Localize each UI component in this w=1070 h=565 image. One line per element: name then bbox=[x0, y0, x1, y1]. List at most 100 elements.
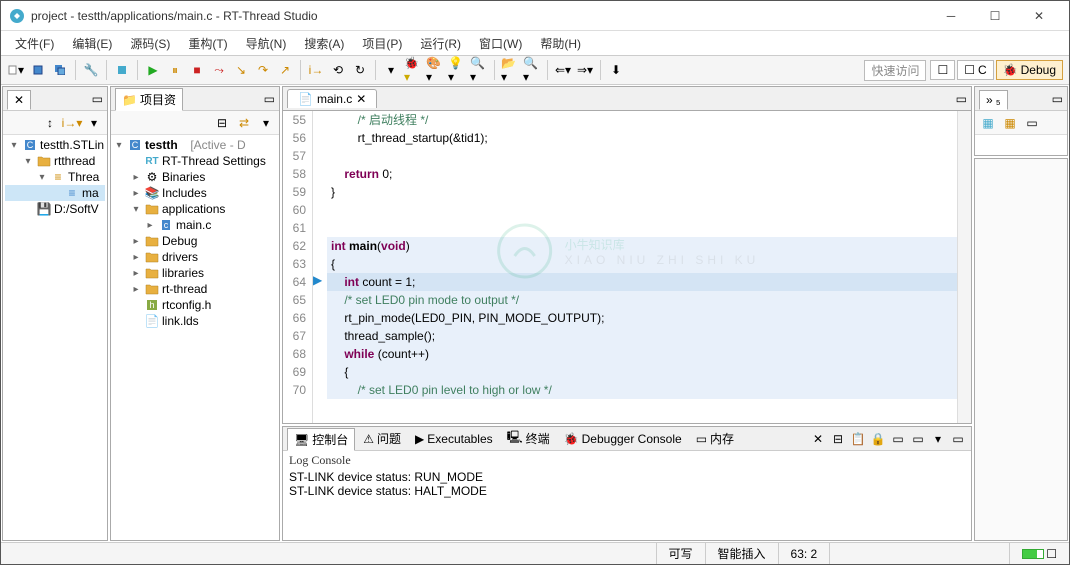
quick-access-input[interactable]: 快速访问 bbox=[864, 60, 926, 81]
console-toolbar-icon[interactable]: ▾ bbox=[929, 430, 947, 448]
menu-item[interactable]: 导航(N) bbox=[238, 33, 295, 54]
console-toolbar-icon[interactable]: ⊟ bbox=[829, 430, 847, 448]
min2-icon[interactable]: ▭ bbox=[264, 92, 275, 106]
menu-item[interactable]: 搜索(A) bbox=[296, 33, 352, 54]
search2-icon[interactable]: 🔍▾ bbox=[470, 61, 488, 79]
outline-tab[interactable]: »₅ bbox=[979, 90, 1008, 110]
close-tab-icon[interactable]: ✕ bbox=[356, 92, 366, 106]
project-tree[interactable]: ▾Ctestth [Active - DRTRT-Thread Settings… bbox=[111, 135, 279, 540]
search3-icon[interactable]: 🔍▾ bbox=[523, 61, 541, 79]
tree-item[interactable]: ▸drivers bbox=[113, 249, 277, 265]
project-explorer-tab[interactable]: 📁 项目资 bbox=[115, 88, 183, 111]
debug-view-tab[interactable]: ✕ bbox=[7, 90, 31, 110]
console-toolbar-icon[interactable]: ▭ bbox=[889, 430, 907, 448]
tree-item[interactable]: hrtconfig.h bbox=[113, 297, 277, 313]
bottom-tab[interactable]: 🐞 Debugger Console bbox=[558, 430, 688, 448]
menu-item[interactable]: 帮助(H) bbox=[532, 33, 589, 54]
editor-tab-main-c[interactable]: 📄 main.c ✕ bbox=[287, 89, 377, 108]
open-perspective-button[interactable]: ☐ bbox=[930, 60, 955, 80]
bottom-tab[interactable]: ▭ 内存 bbox=[690, 428, 740, 449]
bottom-tab[interactable]: 🖥 控制台 bbox=[287, 428, 355, 451]
tree-item[interactable]: 📄link.lds bbox=[113, 313, 277, 329]
toggle-icon[interactable] bbox=[113, 61, 131, 79]
stop-icon[interactable]: ■ bbox=[188, 61, 206, 79]
tree-item[interactable]: ▸libraries bbox=[113, 265, 277, 281]
menu-item[interactable]: 项目(P) bbox=[354, 33, 410, 54]
close-button[interactable]: ✕ bbox=[1017, 2, 1061, 30]
step-into-icon[interactable]: ↘ bbox=[232, 61, 250, 79]
step-icon[interactable]: i→▾ bbox=[63, 114, 81, 132]
bulb-icon[interactable]: 💡▾ bbox=[448, 61, 466, 79]
instr-step-icon[interactable]: i→ bbox=[307, 61, 325, 79]
collapse-icon[interactable]: ⊟ bbox=[213, 114, 231, 132]
max-icon[interactable]: ▭ bbox=[956, 92, 967, 106]
menu-item[interactable]: 运行(R) bbox=[412, 33, 469, 54]
bottom-tab[interactable]: ⚠ 问题 bbox=[357, 428, 407, 449]
link-icon[interactable]: ⇄ bbox=[235, 114, 253, 132]
tree-item[interactable]: ▸rt-thread bbox=[113, 281, 277, 297]
tree-item[interactable]: ▸📚Includes bbox=[113, 185, 277, 201]
console-toolbar-icon[interactable]: 🔒 bbox=[869, 430, 887, 448]
menubar: 文件(F)编辑(E)源码(S)重构(T)导航(N)搜索(A)项目(P)运行(R)… bbox=[1, 31, 1069, 55]
filter-icon[interactable]: ↕ bbox=[41, 114, 59, 132]
palette-icon[interactable]: 🎨▾ bbox=[426, 61, 444, 79]
menu-item[interactable]: 重构(T) bbox=[180, 33, 235, 54]
tree-item[interactable]: ≡ma bbox=[5, 185, 105, 201]
save-icon[interactable] bbox=[29, 61, 47, 79]
debug-tree[interactable]: ▾Ctestth.STLin▾rtthread▾≡Threa≡ma💾D:/Sof… bbox=[3, 135, 107, 540]
minimize-button[interactable]: ─ bbox=[929, 2, 973, 30]
nav2-icon[interactable]: ⇒▾ bbox=[576, 61, 594, 79]
step-over-icon[interactable]: ↷ bbox=[254, 61, 272, 79]
maximize-button[interactable]: ☐ bbox=[973, 2, 1017, 30]
tree-item[interactable]: ▾rtthread bbox=[5, 153, 105, 169]
tree-item[interactable]: 💾D:/SoftV bbox=[5, 201, 105, 217]
folder-icon[interactable]: 📂▾ bbox=[501, 61, 519, 79]
min3-icon[interactable]: ▭ bbox=[1052, 92, 1063, 106]
tree-root[interactable]: ▾Ctestth [Active - D bbox=[113, 137, 277, 153]
run-icon[interactable]: ▶ bbox=[144, 61, 162, 79]
menu-icon[interactable]: ▾ bbox=[85, 114, 103, 132]
v2-icon[interactable]: ▦ bbox=[1001, 114, 1019, 132]
c-file-icon: 📄 bbox=[298, 92, 313, 106]
menu-item[interactable]: 编辑(E) bbox=[64, 33, 120, 54]
console-toolbar-icon[interactable]: ▭ bbox=[909, 430, 927, 448]
tree-item[interactable]: ▸cmain.c bbox=[113, 217, 277, 233]
drop-frame-icon[interactable]: ⟲ bbox=[329, 61, 347, 79]
c-perspective-button[interactable]: ☐ C bbox=[957, 60, 993, 80]
bottom-tab[interactable]: 🖳 终端 bbox=[501, 426, 556, 451]
console-body[interactable]: Log Console ST-LINK device status: RUN_M… bbox=[283, 451, 971, 540]
console-toolbar-icon[interactable]: ▭ bbox=[949, 430, 967, 448]
restart-icon[interactable]: ↻ bbox=[351, 61, 369, 79]
v3-icon[interactable]: ▭ bbox=[1023, 114, 1041, 132]
new-icon[interactable]: ▾ bbox=[7, 61, 25, 79]
console-toolbar-icon[interactable]: ✕ bbox=[809, 430, 827, 448]
console-line: ST-LINK device status: HALT_MODE bbox=[289, 484, 965, 498]
tree-item[interactable]: RTRT-Thread Settings bbox=[113, 153, 277, 169]
tree-item[interactable]: ▾applications bbox=[113, 201, 277, 217]
console-toolbar-icon[interactable]: 📋 bbox=[849, 430, 867, 448]
code-editor[interactable]: 55565758596061626364656667686970 ▶ /* 启动… bbox=[283, 111, 971, 423]
tree-item[interactable]: ▸⚙Binaries bbox=[113, 169, 277, 185]
bottom-tab[interactable]: ▶ Executables bbox=[409, 430, 499, 448]
v1-icon[interactable]: ▦ bbox=[979, 114, 997, 132]
menu2-icon[interactable]: ▾ bbox=[257, 114, 275, 132]
menu-item[interactable]: 源码(S) bbox=[122, 33, 178, 54]
menu-item[interactable]: 文件(F) bbox=[7, 33, 62, 54]
tree-item[interactable]: ▾Ctestth.STLin bbox=[5, 137, 105, 153]
launch-icon[interactable]: ▾ bbox=[382, 61, 400, 79]
save-all-icon[interactable] bbox=[51, 61, 69, 79]
wrench-icon[interactable]: 🔧 bbox=[82, 61, 100, 79]
tree-item[interactable]: ▸Debug bbox=[113, 233, 277, 249]
debug-perspective-button[interactable]: 🐞 Debug bbox=[996, 60, 1063, 80]
disconnect-icon[interactable]: ⤳ bbox=[210, 61, 228, 79]
tree-item[interactable]: ▾≡Threa bbox=[5, 169, 105, 185]
bug-icon[interactable]: 🐞▾ bbox=[404, 61, 422, 79]
min-icon[interactable]: ▭ bbox=[92, 92, 103, 106]
overview-ruler[interactable] bbox=[957, 111, 971, 423]
menu-item[interactable]: 窗口(W) bbox=[471, 33, 530, 54]
misc-icon[interactable]: ⬇ bbox=[607, 61, 625, 79]
nav1-icon[interactable]: ⇐▾ bbox=[554, 61, 572, 79]
pause-icon[interactable]: ⏸ bbox=[166, 61, 184, 79]
main-area: ✕ ▭ ↕ i→▾ ▾ ▾Ctestth.STLin▾rtthread▾≡Thr… bbox=[1, 85, 1069, 542]
step-return-icon[interactable]: ↗ bbox=[276, 61, 294, 79]
